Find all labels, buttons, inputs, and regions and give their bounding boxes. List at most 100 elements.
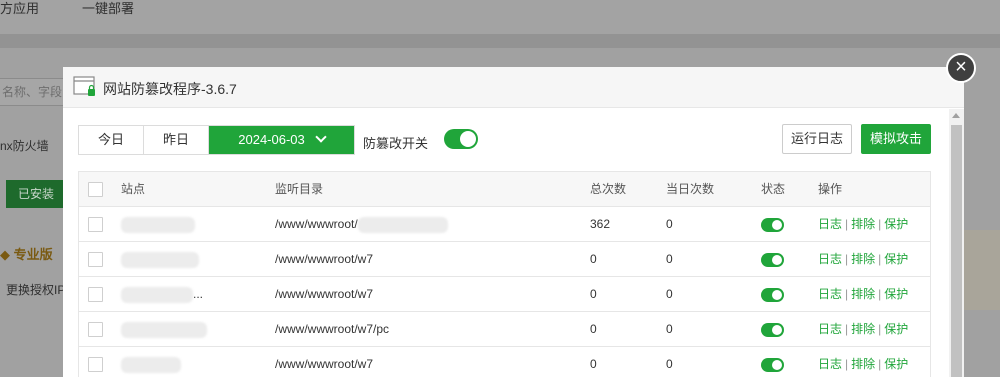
scroll-up-icon[interactable] (952, 113, 960, 118)
tamper-toggle[interactable] (444, 129, 478, 149)
row-checkbox[interactable] (88, 357, 103, 372)
switch-knob (772, 360, 782, 370)
close-icon[interactable]: × (946, 53, 976, 83)
yesterday-button[interactable]: 昨日 (144, 126, 209, 154)
site-name-redacted (121, 207, 195, 242)
today-count: 0 (666, 217, 673, 231)
protect-link[interactable]: 保护 (884, 357, 908, 371)
switch-knob (772, 290, 782, 300)
status-switch[interactable] (761, 358, 784, 372)
log-link[interactable]: 日志 (818, 287, 842, 301)
row-actions: 日志 | 排除 | 保护 (818, 242, 908, 277)
column-header-site: 站点 (121, 182, 146, 196)
total-count: 0 (590, 322, 597, 336)
row-actions: 日志 | 排除 | 保护 (818, 207, 908, 242)
site-name-redacted: ... (121, 277, 203, 312)
today-count: 0 (666, 322, 673, 336)
separator: | (845, 287, 849, 301)
table-row: /www/wwwroot/w7/pc 0 0 日志 | 排除 | 保护 (79, 312, 930, 347)
tamper-proof-dialog: 网站防篡改程序-3.6.7 今日 昨日 2024-06-03 防篡改开关 运行日… (63, 67, 964, 377)
row-checkbox[interactable] (88, 217, 103, 232)
separator: | (845, 357, 849, 371)
redacted-block (121, 251, 199, 268)
separator: | (878, 252, 882, 266)
redacted-block (121, 356, 181, 373)
status-switch[interactable] (761, 288, 784, 302)
row-actions: 日志 | 排除 | 保护 (818, 347, 908, 377)
status-switch[interactable] (761, 218, 784, 232)
switch-knob (772, 255, 782, 265)
date-filter-group: 今日 昨日 2024-06-03 (78, 125, 355, 155)
monitor-dir: /www/wwwroot/ (275, 207, 448, 242)
switch-knob (772, 325, 782, 335)
select-all-checkbox[interactable] (88, 182, 103, 197)
row-checkbox[interactable] (88, 252, 103, 267)
column-header-dir: 监听目录 (275, 182, 324, 196)
log-link[interactable]: 日志 (818, 322, 842, 336)
switch-knob (772, 220, 782, 230)
total-count: 0 (590, 357, 597, 371)
simulate-attack-button[interactable]: 模拟攻击 (861, 124, 931, 154)
column-header-total: 总次数 (590, 182, 627, 196)
table-row: /www/wwwroot/ 362 0 日志 | 排除 | 保护 (79, 207, 930, 242)
log-link[interactable]: 日志 (818, 252, 842, 266)
status-switch[interactable] (761, 253, 784, 267)
row-checkbox[interactable] (88, 287, 103, 302)
today-count: 0 (666, 287, 673, 301)
total-count: 0 (590, 252, 597, 266)
background-ip-label: 更换授权IP (6, 283, 66, 297)
dialog-scrollbar[interactable] (949, 109, 964, 377)
toggle-knob (460, 131, 476, 147)
site-name-redacted (121, 347, 181, 377)
exclude-link[interactable]: 排除 (851, 357, 875, 371)
monitor-dir: /www/wwwroot/w7 (275, 287, 374, 301)
log-link[interactable]: 日志 (818, 217, 842, 231)
table-row: ... /www/wwwroot/w7 0 0 日志 | 排除 | 保护 (79, 277, 930, 312)
separator: | (845, 217, 849, 231)
table-row: /www/wwwroot/w7 0 0 日志 | 排除 | 保护 (79, 347, 930, 377)
protect-link[interactable]: 保护 (884, 252, 908, 266)
site-name: ... (193, 287, 204, 301)
today-count: 0 (666, 357, 673, 371)
row-actions: 日志 | 排除 | 保护 (818, 312, 908, 347)
background-right-panel (964, 230, 1000, 310)
row-checkbox[interactable] (88, 322, 103, 337)
today-count: 0 (666, 252, 673, 266)
background-pro-label: ◆ 专业版 (0, 247, 53, 262)
redacted-block (121, 216, 195, 233)
dialog-title: 网站防篡改程序-3.6.7 (103, 81, 237, 97)
separator: | (878, 357, 882, 371)
dialog-header: 网站防篡改程序-3.6.7 (63, 67, 964, 108)
exclude-link[interactable]: 排除 (851, 287, 875, 301)
scrollbar-thumb[interactable] (951, 125, 962, 377)
chevron-down-icon (315, 131, 327, 143)
monitor-dir: /www/wwwroot/w7 (275, 357, 374, 371)
run-log-button[interactable]: 运行日志 (782, 124, 852, 154)
background-search-input: 名称、字段 (0, 78, 70, 106)
background-tab-deploy: 一键部署 (82, 1, 135, 16)
background-band (0, 34, 1000, 48)
column-header-status: 状态 (761, 182, 786, 196)
exclude-link[interactable]: 排除 (851, 217, 875, 231)
table-row: /www/wwwroot/w7 0 0 日志 | 排除 | 保护 (79, 242, 930, 277)
today-button[interactable]: 今日 (79, 126, 144, 154)
redacted-block (121, 321, 207, 338)
date-picker[interactable]: 2024-06-03 (209, 126, 354, 154)
exclude-link[interactable]: 排除 (851, 252, 875, 266)
separator: | (878, 287, 882, 301)
separator: | (878, 217, 882, 231)
protect-link[interactable]: 保护 (884, 322, 908, 336)
separator: | (845, 252, 849, 266)
status-switch[interactable] (761, 323, 784, 337)
protect-link[interactable]: 保护 (884, 217, 908, 231)
tamper-toggle-label: 防篡改开关 (363, 136, 429, 151)
row-actions: 日志 | 排除 | 保护 (818, 277, 908, 312)
log-link[interactable]: 日志 (818, 357, 842, 371)
site-name-redacted (121, 312, 207, 347)
column-header-today: 当日次数 (666, 182, 715, 196)
exclude-link[interactable]: 排除 (851, 322, 875, 336)
column-header-ops: 操作 (818, 182, 843, 196)
separator: | (878, 322, 882, 336)
protect-link[interactable]: 保护 (884, 287, 908, 301)
selected-date: 2024-06-03 (238, 132, 305, 147)
